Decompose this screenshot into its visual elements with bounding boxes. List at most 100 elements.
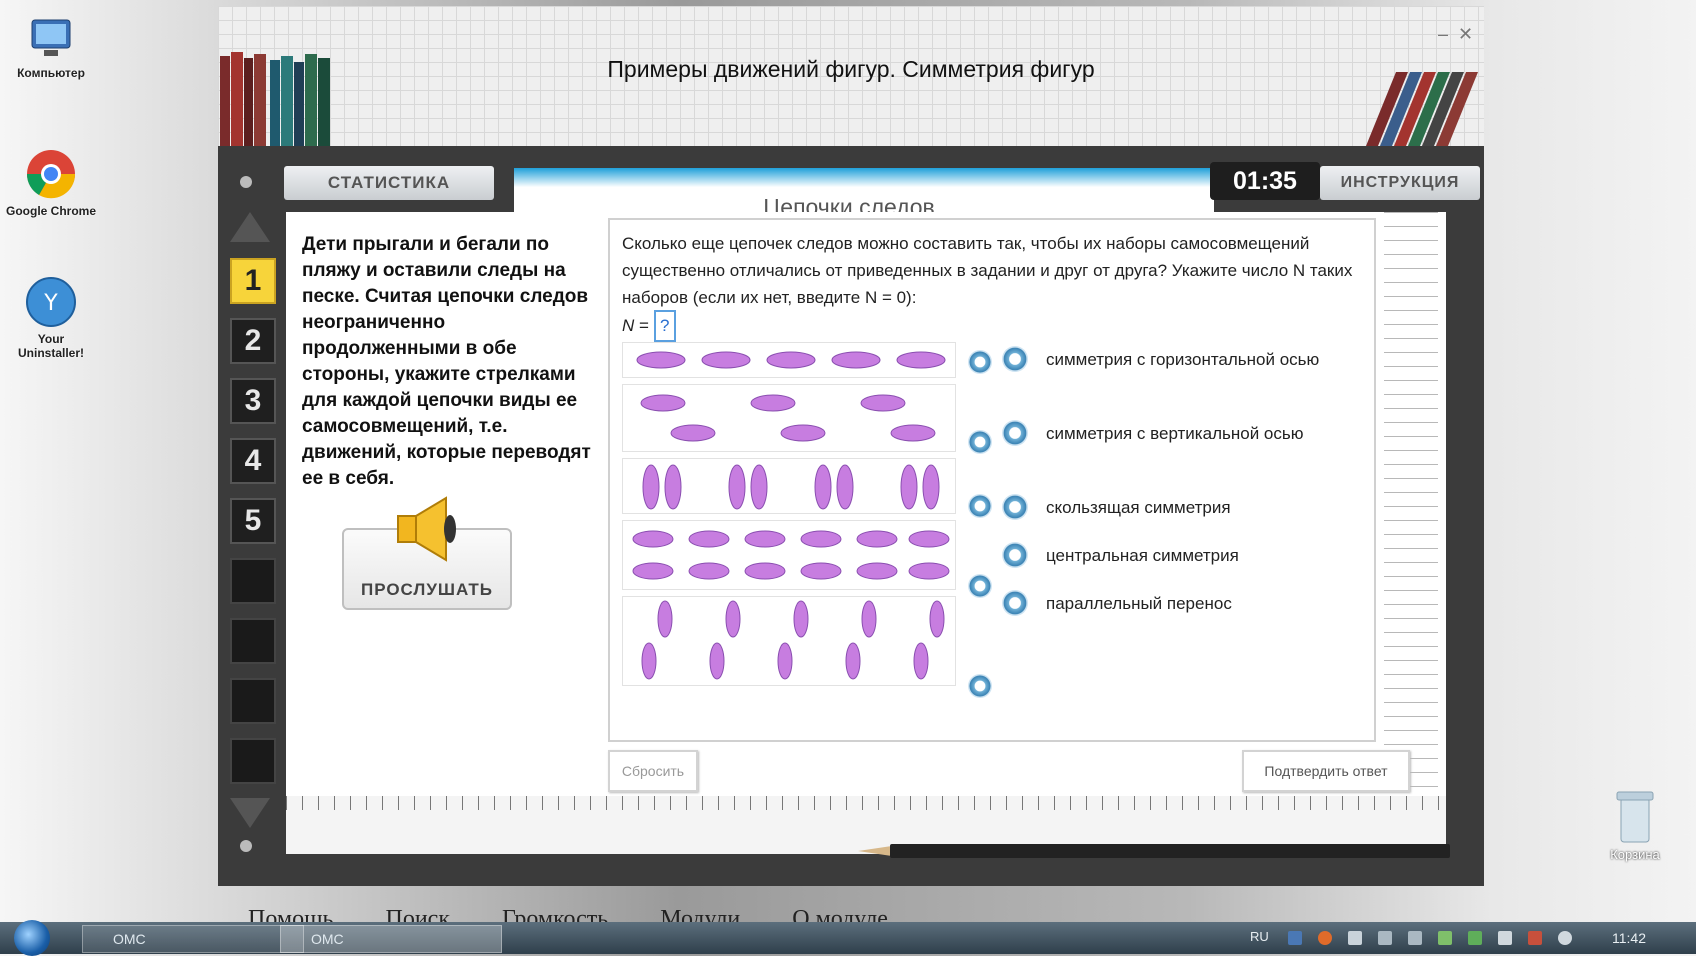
listen-button[interactable]: ПРОСЛУШАТЬ: [342, 496, 512, 610]
desktop-icon-label: Your Uninstaller!: [17, 332, 84, 360]
option-horizontal-symmetry[interactable]: симметрия с горизонтальной осью: [1002, 346, 1358, 373]
uninstaller-icon: Y: [26, 277, 76, 327]
browser-tray-icon[interactable]: [1318, 931, 1332, 945]
screw-decoration: [240, 840, 252, 852]
footprints-icon: [636, 351, 946, 369]
option-central-symmetry[interactable]: центральная симметрия: [1002, 542, 1358, 569]
volume-icon[interactable]: [1558, 931, 1572, 945]
option-radio[interactable]: [1002, 346, 1028, 372]
taskbar: ОМС ОМС RU 11:42: [0, 920, 1696, 956]
app-window: Примеры движений фигур. Симметрия фигур …: [218, 6, 1484, 886]
clock: 11:42: [1612, 930, 1646, 946]
option-label: параллельный перенос: [1046, 594, 1232, 613]
n-input[interactable]: ?: [653, 310, 676, 342]
footprint-chain-1: [622, 342, 956, 378]
window-title: Примеры движений фигур. Симметрия фигур: [607, 56, 1095, 82]
pencil-tip-decoration: [858, 846, 892, 856]
computer-icon: [31, 19, 71, 56]
listen-label: ПРОСЛУШАТЬ: [360, 580, 494, 599]
device-icon[interactable]: [1498, 931, 1512, 945]
close-button[interactable]: ✕: [1458, 24, 1473, 45]
question-slot-empty: [230, 618, 276, 664]
chain-1-arrow-target[interactable]: [968, 350, 992, 374]
start-button[interactable]: [14, 920, 50, 956]
question-slot-empty: [230, 558, 276, 604]
instructions-button[interactable]: ИНСТРУКЦИЯ: [1320, 166, 1480, 200]
svg-text:Y: Y: [43, 291, 58, 316]
desktop-icon-recycle-bin[interactable]: Корзина: [1590, 790, 1680, 862]
footprint-chain-3: [622, 458, 956, 514]
chain-5-arrow-target[interactable]: [968, 674, 992, 698]
footprint-chain-2: [622, 384, 956, 452]
question-nav: 1 2 3 4 5: [226, 212, 276, 828]
option-label: скользящая симметрия: [1046, 498, 1231, 517]
screw-decoration: [240, 176, 252, 188]
question-text: Сколько еще цепочек следов можно состави…: [622, 234, 1353, 307]
question-slot-empty: [230, 738, 276, 784]
question-3-button[interactable]: 3: [230, 378, 276, 424]
confirm-answer-button[interactable]: Подтвердить ответ: [1242, 750, 1410, 792]
question-5-button[interactable]: 5: [230, 498, 276, 544]
footprints-icon: [642, 464, 940, 510]
option-radio[interactable]: [1002, 420, 1028, 446]
nav-up-arrow-icon[interactable]: [230, 212, 270, 242]
taskbar-item-app[interactable]: ОМС: [280, 925, 502, 953]
question-box: Сколько еще цепочек следов можно состави…: [608, 218, 1376, 742]
footprint-chain-4: [622, 520, 956, 590]
desktop-icon-label: Google Chrome: [6, 204, 97, 218]
question-2-button[interactable]: 2: [230, 318, 276, 364]
option-label: симметрия с горизонтальной осью: [1046, 350, 1320, 369]
monitor-icon[interactable]: [1378, 931, 1392, 945]
option-vertical-symmetry[interactable]: симметрия с вертикальной осью: [1002, 420, 1358, 447]
phone-icon[interactable]: [1468, 931, 1482, 945]
taskbar-item-label: ОМС: [311, 931, 344, 947]
timer: 01:35: [1210, 162, 1320, 200]
pencil-decoration: [890, 844, 1450, 858]
option-parallel-translation[interactable]: параллельный перенос: [1002, 590, 1358, 617]
desktop-icon-uninstaller[interactable]: Y Your Uninstaller!: [6, 276, 96, 360]
footprints-icon: [640, 394, 936, 442]
flag-icon[interactable]: [1348, 931, 1362, 945]
desktop-icon-label: Компьютер: [17, 66, 85, 80]
ruler-decoration: [1384, 212, 1438, 796]
n-label: N: [622, 316, 635, 335]
task-description: Дети прыгали и бегали по пляжу и оставил…: [302, 234, 591, 489]
title-bar: Примеры движений фигур. Симметрия фигур …: [218, 6, 1484, 146]
section-banner: Цепочки следов: [514, 168, 1214, 220]
option-label: симметрия с вертикальной осью: [1046, 424, 1304, 443]
security-icon[interactable]: [1438, 931, 1452, 945]
chain-4-arrow-target[interactable]: [968, 574, 992, 598]
option-radio[interactable]: [1002, 590, 1028, 616]
content-panel: Дети прыгали и бегали по пляжу и оставил…: [286, 212, 1446, 796]
chain-3-arrow-target[interactable]: [968, 494, 992, 518]
option-radio[interactable]: [1002, 542, 1028, 568]
network-icon[interactable]: [1408, 931, 1422, 945]
reset-button[interactable]: Сбросить: [608, 750, 698, 792]
header-bar: СТАТИСТИКА Цепочки следов 01:35 ИНСТРУКЦ…: [218, 146, 1484, 220]
language-indicator[interactable]: RU: [1250, 929, 1269, 944]
footprint-chain-5: [622, 596, 956, 686]
question-4-button[interactable]: 4: [230, 438, 276, 484]
n-equals: =: [639, 316, 649, 335]
taskbar-item-folder[interactable]: ОМС: [82, 925, 304, 953]
speaker-icon: [397, 496, 456, 562]
option-radio[interactable]: [1002, 494, 1028, 520]
option-label: центральная симметрия: [1046, 546, 1239, 565]
recycle-bin-label: Корзина: [1610, 847, 1660, 862]
desktop-icon-chrome[interactable]: Google Chrome: [6, 148, 96, 218]
option-glide-symmetry[interactable]: скользящая симметрия: [1002, 494, 1358, 521]
signal-icon[interactable]: [1528, 931, 1542, 945]
nav-down-arrow-icon[interactable]: [230, 798, 270, 828]
n-answer-row: N = ?: [622, 310, 676, 342]
keyboard-icon[interactable]: [1288, 931, 1302, 945]
minimize-button[interactable]: –: [1438, 24, 1448, 45]
statistics-tab[interactable]: СТАТИСТИКА: [284, 166, 494, 200]
taskbar-item-label: ОМС: [113, 931, 146, 947]
chrome-icon: [26, 150, 76, 199]
footprints-icon: [632, 530, 950, 580]
footprints-icon: [641, 600, 945, 680]
question-slot-empty: [230, 678, 276, 724]
question-1-button[interactable]: 1: [230, 258, 276, 304]
desktop-icon-computer[interactable]: Компьютер: [6, 16, 96, 80]
chain-2-arrow-target[interactable]: [968, 430, 992, 454]
